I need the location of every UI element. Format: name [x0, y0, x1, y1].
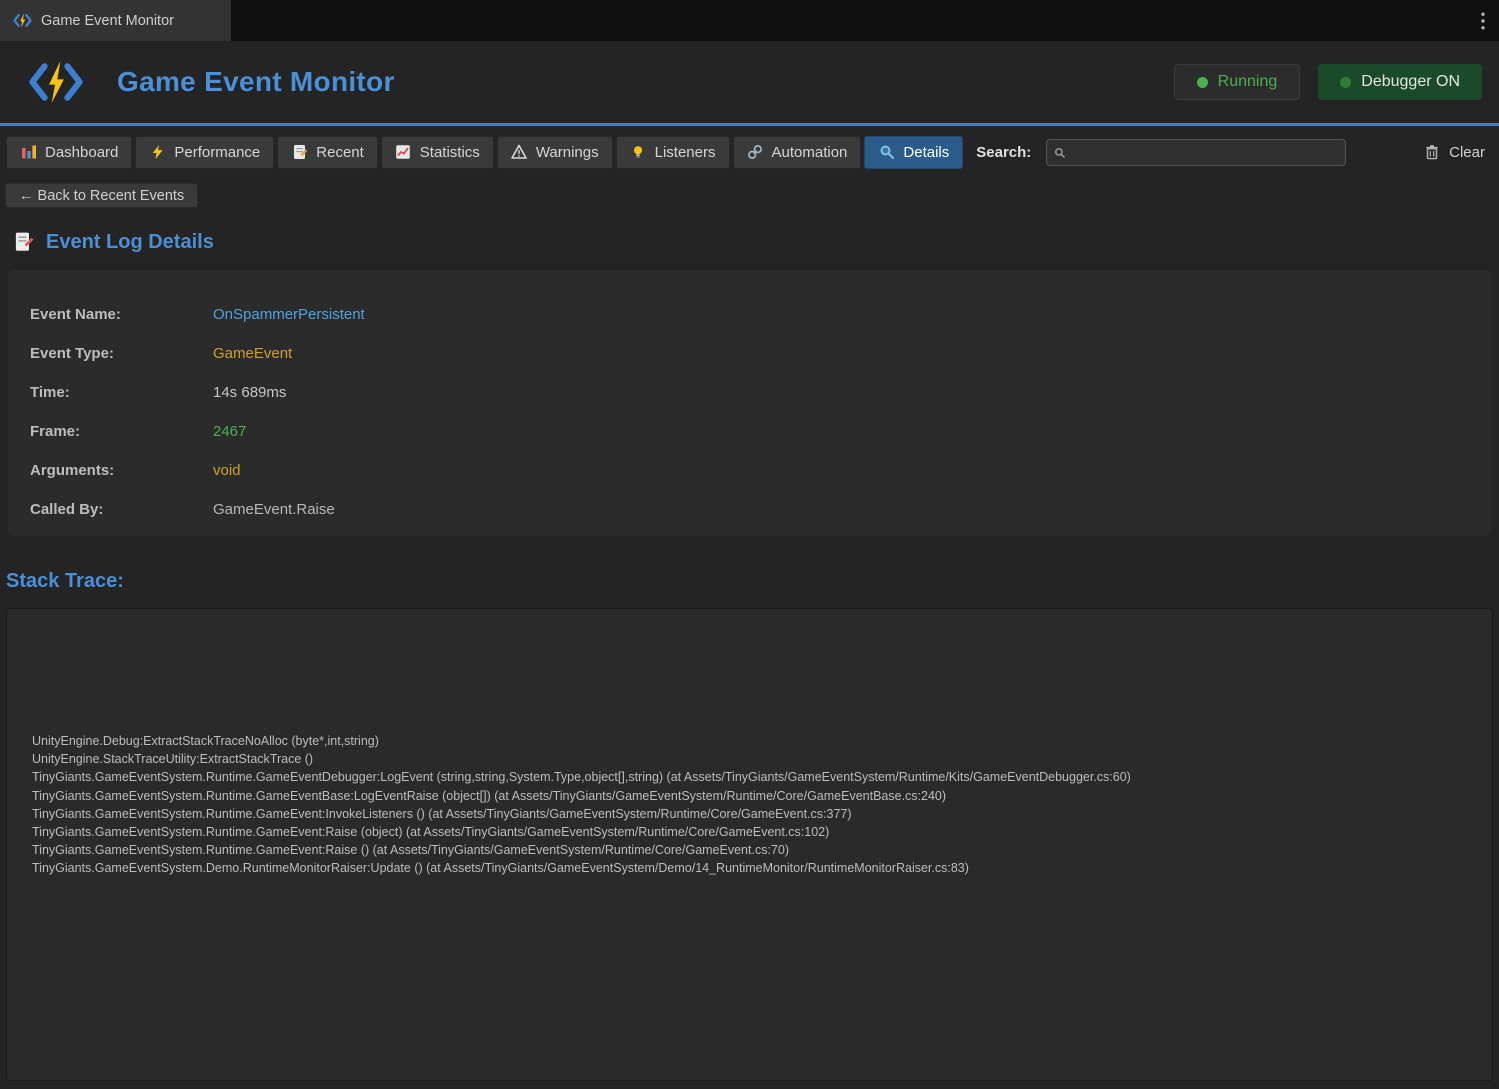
- detail-label: Event Name:: [30, 306, 213, 323]
- stack-trace-heading: Stack Trace:: [6, 570, 1499, 596]
- tab-statistics-label: Statistics: [420, 144, 480, 161]
- tab-performance-label: Performance: [174, 144, 260, 161]
- tab-automation[interactable]: Automation: [733, 136, 862, 169]
- detail-row-event-name: Event Name: OnSpammerPersistent: [8, 295, 1491, 334]
- titlebar: Game Event Monitor: [0, 0, 1499, 41]
- time-value: 14s 689ms: [213, 384, 286, 401]
- memo-pencil-icon: [291, 144, 308, 161]
- tab-listeners-label: Listeners: [655, 144, 716, 161]
- window-tab-title: Game Event Monitor: [41, 13, 174, 29]
- bar-chart-icon: [20, 144, 37, 161]
- detail-row-frame: Frame: 2467: [8, 412, 1491, 451]
- tab-dashboard[interactable]: Dashboard: [6, 136, 132, 169]
- link-icon: [747, 144, 764, 161]
- lightning-bolt-icon: [13, 12, 32, 29]
- search-input[interactable]: [1046, 139, 1346, 166]
- trash-icon: [1424, 144, 1440, 160]
- search-icon: [1054, 146, 1066, 164]
- debugger-status-dot-icon: [1340, 77, 1351, 88]
- detail-row-called-by: Called By: GameEvent.Raise: [8, 490, 1491, 529]
- clear-button-label: Clear: [1449, 144, 1485, 161]
- toolbar: Dashboard Performance Recent Statis: [0, 126, 1499, 178]
- window-tab[interactable]: Game Event Monitor: [0, 0, 231, 41]
- frame-value: 2467: [213, 423, 246, 440]
- line-chart-icon: [395, 144, 412, 161]
- debugger-toggle-badge[interactable]: Debugger ON: [1318, 64, 1482, 100]
- warning-triangle-icon: [511, 144, 528, 161]
- lightning-icon: [149, 144, 166, 161]
- stack-trace-line: TinyGiants.GameEventSystem.Runtime.GameE…: [32, 823, 1472, 841]
- kebab-menu-icon[interactable]: [1467, 0, 1499, 41]
- stack-trace-line: TinyGiants.GameEventSystem.Demo.RuntimeM…: [32, 859, 1472, 877]
- code-lightning-icon: [28, 57, 84, 107]
- tab-dashboard-label: Dashboard: [45, 144, 118, 161]
- clear-button[interactable]: Clear: [1418, 144, 1491, 161]
- search-label: Search:: [976, 144, 1031, 161]
- stack-trace-line: UnityEngine.StackTraceUtility:ExtractSta…: [32, 750, 1472, 768]
- search-box: [1046, 139, 1346, 166]
- event-log-details-heading: Event Log Details: [14, 229, 1499, 255]
- detail-label: Event Type:: [30, 345, 213, 362]
- detail-row-arguments: Arguments: void: [8, 451, 1491, 490]
- stack-trace-line: TinyGiants.GameEventSystem.Runtime.GameE…: [32, 787, 1472, 805]
- page-title: Game Event Monitor: [117, 66, 395, 98]
- stack-trace-line: TinyGiants.GameEventSystem.Runtime.GameE…: [32, 805, 1472, 823]
- running-status-dot-icon: [1197, 77, 1208, 88]
- tab-recent[interactable]: Recent: [277, 136, 378, 169]
- magnifier-icon: [878, 144, 895, 161]
- event-type-value: GameEvent: [213, 345, 292, 362]
- tab-warnings-label: Warnings: [536, 144, 599, 161]
- running-status-badge: Running: [1174, 64, 1301, 100]
- tab-warnings[interactable]: Warnings: [497, 136, 613, 169]
- debugger-status-label: Debugger ON: [1361, 73, 1460, 91]
- detail-row-event-type: Event Type: GameEvent: [8, 334, 1491, 373]
- tab-statistics[interactable]: Statistics: [381, 136, 494, 169]
- stack-trace-line: TinyGiants.GameEventSystem.Runtime.GameE…: [32, 768, 1472, 786]
- event-details-panel: Event Name: OnSpammerPersistent Event Ty…: [8, 270, 1491, 536]
- tab-details-label: Details: [903, 144, 949, 161]
- back-to-recent-events-button[interactable]: ← Back to Recent Events: [5, 183, 198, 208]
- called-by-value: GameEvent.Raise: [213, 501, 335, 518]
- stack-trace-line: UnityEngine.Debug:ExtractStackTraceNoAll…: [32, 732, 1472, 750]
- tab-automation-label: Automation: [772, 144, 848, 161]
- arguments-value: void: [213, 462, 241, 479]
- event-log-details-title: Event Log Details: [46, 231, 214, 254]
- detail-label: Time:: [30, 384, 213, 401]
- detail-label: Frame:: [30, 423, 213, 440]
- running-status-label: Running: [1218, 73, 1278, 91]
- detail-row-time: Time: 14s 689ms: [8, 373, 1491, 412]
- tab-recent-label: Recent: [316, 144, 364, 161]
- header: Game Event Monitor Running Debugger ON: [0, 41, 1499, 123]
- detail-label: Called By:: [30, 501, 213, 518]
- stack-trace-textarea[interactable]: UnityEngine.Debug:ExtractStackTraceNoAll…: [6, 608, 1493, 1081]
- lightbulb-icon: [630, 144, 647, 161]
- event-log-document-icon: [14, 231, 34, 253]
- detail-label: Arguments:: [30, 462, 213, 479]
- stack-trace-line: TinyGiants.GameEventSystem.Runtime.GameE…: [32, 841, 1472, 859]
- tab-details[interactable]: Details: [864, 136, 963, 169]
- tab-listeners[interactable]: Listeners: [616, 136, 730, 169]
- tab-performance[interactable]: Performance: [135, 136, 274, 169]
- event-name-value: OnSpammerPersistent: [213, 306, 365, 323]
